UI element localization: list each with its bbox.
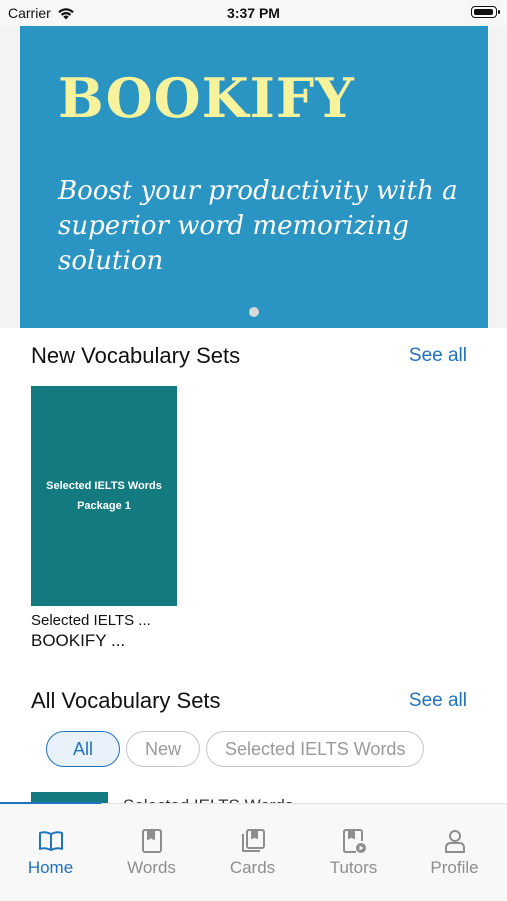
filter-chips: All New Selected IELTS Words [46, 731, 425, 767]
vocab-set-card[interactable]: Selected IELTS Words Package 1 Selected … [31, 386, 177, 651]
banner-carousel[interactable]: BOOKIFY Boost your productivity with a s… [0, 26, 507, 328]
filter-chip-new[interactable]: New [126, 731, 201, 767]
new-sets-title: New Vocabulary Sets [31, 343, 241, 368]
all-sets-header: All Vocabulary Sets See all [31, 688, 467, 714]
new-sets-see-all-link[interactable]: See all [409, 345, 467, 367]
vocab-set-author: BOOKIFY ... [31, 631, 126, 650]
banner-slide[interactable]: BOOKIFY Boost your productivity with a s… [20, 26, 488, 328]
tab-cards[interactable]: Cards [202, 828, 303, 878]
tab-indicator [0, 802, 101, 804]
cover-line1: Selected IELTS Words [46, 480, 162, 492]
all-sets-title: All Vocabulary Sets [31, 688, 221, 713]
bookmark-book-icon [141, 829, 162, 853]
cards-icon [241, 829, 265, 852]
tab-profile[interactable]: Profile [404, 828, 505, 878]
all-sets-see-all-link[interactable]: See all [409, 690, 467, 712]
status-bar: Carrier 3:37 PM [0, 0, 507, 26]
tab-tutors-label: Tutors [329, 858, 378, 877]
banner-subtitle: Boost your productivity with a superior … [58, 176, 458, 276]
clock: 3:37 PM [227, 5, 280, 21]
vocab-set-cover[interactable]: Selected IELTS Words Package 1 [31, 386, 177, 606]
new-sets-header: New Vocabulary Sets See all [31, 343, 467, 369]
tab-home[interactable]: Home [0, 828, 101, 878]
vocab-set-name: Selected IELTS ... [31, 612, 151, 629]
tab-words-label: Words [127, 858, 176, 877]
tab-cards-label: Cards [229, 858, 276, 877]
battery-icon [471, 6, 500, 18]
tab-tutors[interactable]: Tutors [303, 828, 404, 878]
tab-home-label: Home [27, 858, 74, 877]
tab-words[interactable]: Words [101, 828, 202, 878]
tab-bar: Home Words Cards Tutors Profile [0, 802, 507, 901]
filter-chip-selected-ielts[interactable]: Selected IELTS Words [206, 731, 425, 767]
filter-chip-all[interactable]: All [46, 731, 121, 767]
tab-profile-label: Profile [430, 858, 479, 877]
carousel-page-dot[interactable] [249, 307, 259, 317]
person-icon [444, 830, 465, 853]
cover-line2: Package 1 [77, 500, 131, 512]
video-book-icon [342, 829, 366, 853]
book-open-icon [38, 831, 63, 851]
banner-title: BOOKIFY [58, 66, 355, 130]
